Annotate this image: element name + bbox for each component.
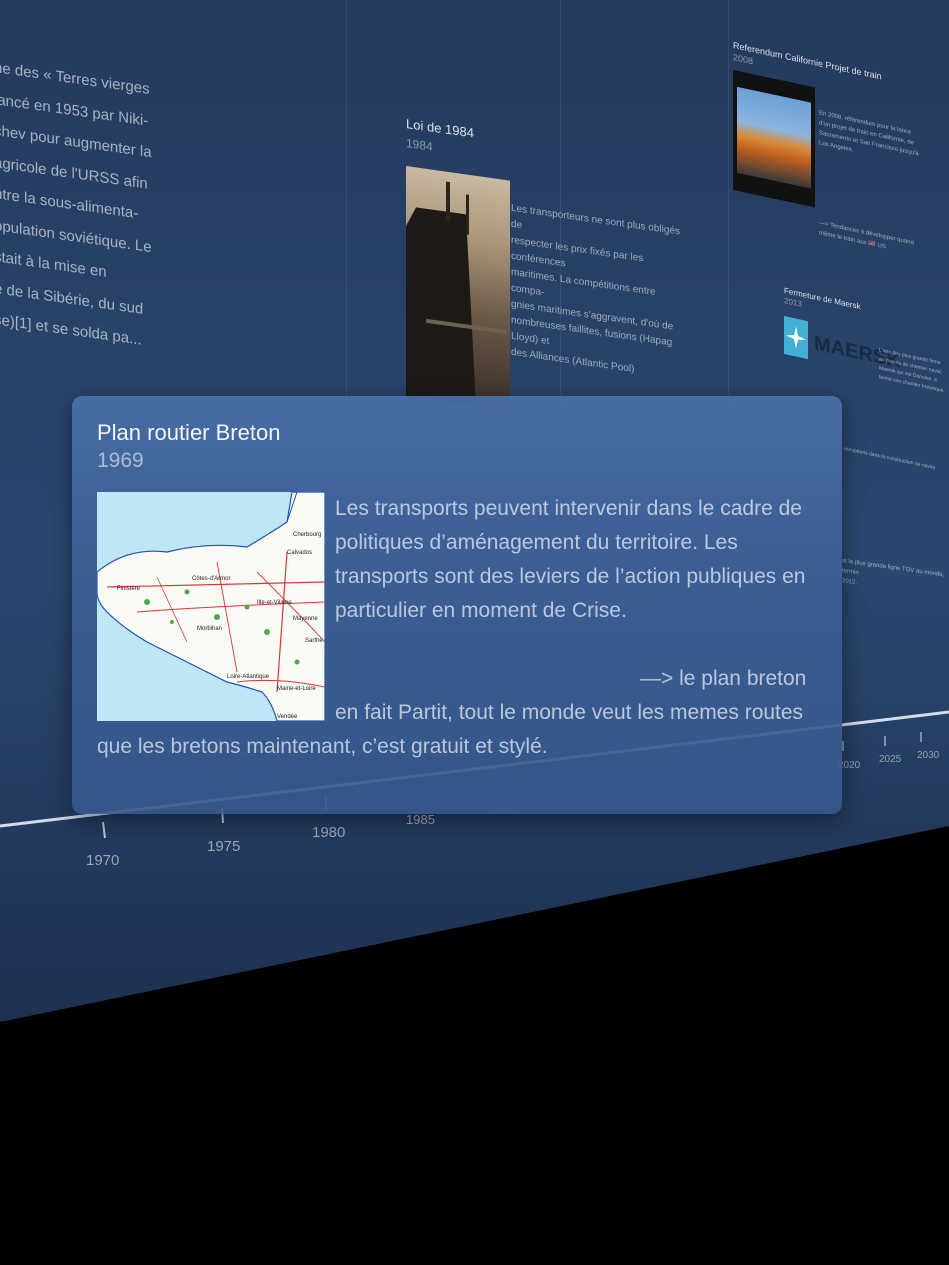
train-photo (733, 70, 815, 208)
event-detail-card[interactable]: Plan routier Breton 1969 Cherbourg Calva… (72, 396, 842, 814)
timeline-tick-label: 2025 (879, 754, 902, 765)
svg-text:Cherbourg: Cherbourg (293, 532, 321, 538)
svg-text:Vendée: Vendée (277, 714, 298, 720)
svg-text:Calvados: Calvados (287, 550, 312, 556)
column-divider (346, 0, 347, 400)
card-year: 1969 (97, 449, 144, 472)
svg-text:Loire-Atlantique: Loire-Atlantique (227, 674, 270, 680)
ship-icon (406, 181, 506, 406)
event-year: 2008 (733, 52, 754, 67)
svg-text:Sarthe: Sarthe (305, 638, 323, 644)
brittany-map-image: Cherbourg Calvados Côtes-d'Armor Finistè… (96, 491, 326, 722)
timeline-tick-label: 1985 (406, 812, 435, 827)
timeline-tick-label: 2030 (917, 750, 940, 761)
event-footer: —> Tendances à développer quand même le … (819, 220, 914, 251)
column-divider (728, 0, 729, 420)
event-year: 1984 (406, 136, 433, 154)
svg-text:Maine-et-Loire: Maine-et-Loire (277, 686, 316, 692)
svg-text:Côtes-d'Armor: Côtes-d'Armor (192, 576, 231, 582)
timeline-tick-label: 1975 (207, 838, 241, 855)
timeline-tick-label: 1980 (312, 824, 346, 841)
left-event-text[interactable]: ne des « Terres vierges lancé en 1953 pa… (0, 52, 194, 364)
timeline-tick-label: 1970 (86, 852, 120, 869)
map-icon: Cherbourg Calvados Côtes-d'Armor Finistè… (96, 491, 326, 722)
svg-text:Finistère: Finistère (117, 586, 141, 592)
svg-text:Mayenne: Mayenne (293, 616, 318, 622)
event-referendum[interactable]: Referendum Californie Projet de train 20… (733, 40, 943, 325)
maersk-logo-icon (784, 316, 808, 360)
svg-text:Ille-et-Vilaine: Ille-et-Vilaine (257, 600, 292, 606)
svg-text:Morbihan: Morbihan (197, 626, 222, 632)
card-description: Cherbourg Calvados Côtes-d'Armor Finistè… (96, 491, 809, 764)
card-title: Plan routier Breton (97, 420, 281, 445)
ship-photo (406, 166, 510, 411)
